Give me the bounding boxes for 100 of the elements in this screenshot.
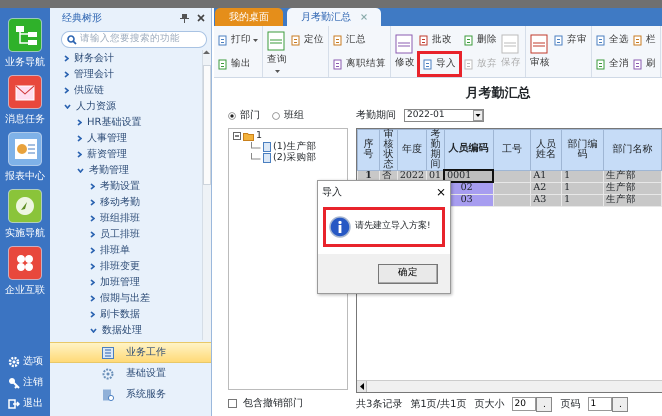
toolbar-button[interactable]: 审核 (529, 28, 551, 76)
toolbar-button[interactable]: 打印 (217, 28, 259, 52)
toolbar-button[interactable]: 输出 (217, 52, 259, 76)
document-icon (423, 58, 434, 70)
field-label: 页大小 (474, 398, 504, 412)
rail-nav-item[interactable]: 消息任务 (5, 112, 45, 127)
toolbar-button[interactable]: 定位 (290, 28, 325, 52)
column-header[interactable]: 年度 (397, 129, 426, 170)
tree-item[interactable]: 人力资源 (76, 98, 116, 114)
field-label: 页码 (560, 398, 580, 412)
toolbar-button[interactable]: 查询 (266, 28, 288, 76)
document-icon (291, 34, 302, 46)
page-title: 月考勤汇总 (464, 85, 532, 103)
document-icon (419, 34, 430, 46)
table-cell: 1 (562, 170, 604, 182)
tree-item[interactable]: HR基础设置 (87, 114, 142, 130)
document-icon (218, 58, 229, 70)
table-cell: 生产部 (604, 182, 662, 194)
section-item[interactable]: 业务工作 (50, 342, 211, 363)
page-number-field[interactable]: 1 (588, 397, 612, 411)
document-icon (333, 34, 344, 46)
rail-nav-item[interactable]: 业务导航 (5, 55, 45, 70)
exit-icon (8, 398, 20, 410)
rail-nav-item[interactable]: 报表中心 (5, 169, 45, 184)
toolbar-button[interactable]: 栏 (632, 28, 657, 52)
toolbar-button[interactable]: 汇总 (332, 28, 387, 52)
rail-option[interactable]: 注销 (23, 375, 43, 390)
toolbar-button[interactable]: 批改 (418, 28, 461, 52)
section-item[interactable]: 基础设置 (50, 363, 211, 384)
table-cell: 生产部 (604, 170, 662, 182)
tree-item[interactable]: 刷卡数据 (100, 306, 140, 322)
table-cell: 1 (562, 182, 604, 194)
column-header[interactable]: 人员编码 (444, 129, 494, 170)
tree-item[interactable]: 薪资管理 (87, 146, 127, 162)
go-button[interactable]: . (612, 397, 628, 412)
compass-icon (8, 189, 42, 223)
toolbar-button[interactable]: 弃审 (553, 28, 588, 52)
document-icon (464, 34, 475, 46)
toolbar-button[interactable]: 离职结算 (332, 52, 387, 76)
column-header[interactable]: 部门编码 (562, 129, 604, 170)
column-header[interactable]: 人员姓名 (530, 129, 562, 170)
tree-item[interactable]: 移动考勤 (100, 194, 140, 210)
column-header[interactable]: 序号 (358, 129, 380, 170)
tree-item[interactable]: 考勤设置 (100, 178, 140, 194)
apply-button[interactable]: . (536, 397, 552, 412)
table-cell: 0001 (444, 170, 494, 182)
document-icon (633, 34, 644, 46)
tree-item[interactable]: 数据处理 (102, 322, 142, 338)
radio-option[interactable]: 部门 (228, 108, 260, 123)
page-info: 第1页/共1页 (410, 398, 466, 412)
document-icon (596, 34, 607, 46)
tab[interactable]: 月考勤汇总 (287, 8, 381, 26)
checkbox-icon (228, 398, 237, 408)
period-dropdown[interactable]: 2022-01 (404, 109, 484, 122)
column-header[interactable]: 考勤期间 (426, 129, 444, 170)
tree-item[interactable]: 班组排班 (100, 210, 140, 226)
rail-nav-item[interactable]: 企业互联 (5, 283, 45, 298)
rail-option[interactable]: 选项 (23, 354, 43, 369)
column-header[interactable]: 工号 (493, 129, 531, 170)
document-icon (218, 34, 229, 46)
tree-item[interactable]: 排班变更 (100, 258, 140, 274)
toolbar-button[interactable]: 修改 (394, 28, 416, 76)
tree-item[interactable]: 供应链 (74, 82, 104, 98)
checkbox[interactable]: 包含撤销部门 (228, 396, 348, 410)
ok-button[interactable]: 确定 (378, 264, 438, 284)
tree-item[interactable]: 员工排班 (100, 226, 140, 242)
search-field[interactable]: 请输入您要搜索的功能 (61, 31, 207, 48)
page-size-field[interactable]: 20 (512, 397, 536, 411)
column-header[interactable]: 部门名称 (604, 129, 662, 170)
tree-item[interactable]: 管理会计 (74, 66, 114, 82)
dialog-title: 导入 (322, 186, 342, 200)
document-icon (554, 34, 565, 46)
close-icon (197, 14, 205, 22)
toolbar-button[interactable]: 刷 (632, 52, 657, 76)
toolbar-button[interactable]: 全消 (595, 52, 630, 76)
tree-node[interactable]: 1 (256, 128, 262, 144)
tree-item[interactable]: 假期与出差 (100, 290, 150, 306)
tree-item[interactable]: 加班管理 (100, 274, 140, 290)
section-item[interactable]: 系统服务 (50, 384, 211, 405)
gear-icon (8, 356, 20, 368)
tree-node[interactable]: (2)采购部 (273, 150, 316, 166)
tree-item[interactable]: 考勤管理 (89, 162, 129, 178)
search-icon (67, 34, 77, 44)
scroll-left-icon (360, 382, 364, 390)
rail-option[interactable]: 退出 (23, 396, 43, 411)
toolbar-button[interactable]: 全选 (595, 28, 630, 52)
toolbar-button[interactable]: 导入 (418, 52, 461, 76)
flower-icon (8, 246, 42, 280)
radio-option[interactable]: 班组 (272, 108, 304, 123)
close-button[interactable]: × (436, 186, 446, 198)
tree-item[interactable]: 财务会计 (74, 50, 114, 66)
tree-item[interactable]: 人事管理 (87, 130, 127, 146)
document-icon (530, 34, 550, 54)
scrollbar-thumb[interactable] (203, 65, 211, 185)
toolbar-button[interactable]: 删除 (463, 28, 498, 52)
document-icon (464, 58, 475, 70)
document-icon (395, 34, 415, 54)
table-cell: 1 (562, 194, 604, 206)
rail-nav-item[interactable]: 实施导航 (5, 226, 45, 241)
tree-item[interactable]: 排班单 (100, 242, 130, 258)
